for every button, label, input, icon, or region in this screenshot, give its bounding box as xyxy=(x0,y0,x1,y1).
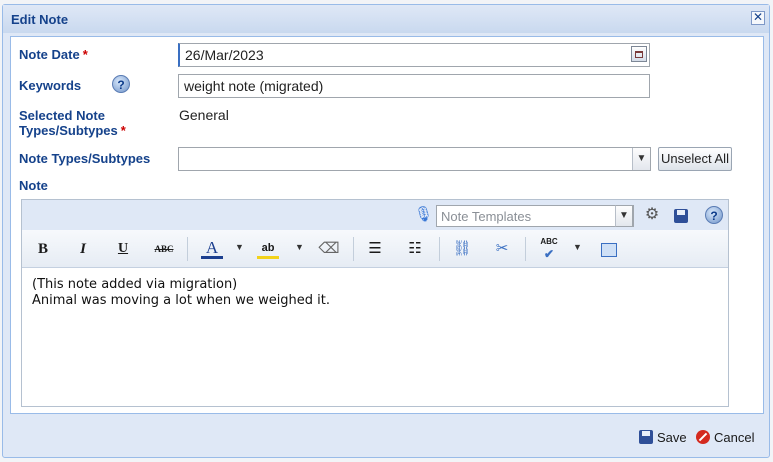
cancel-icon xyxy=(696,430,710,444)
dialog-title: Edit Note xyxy=(11,12,69,27)
note-date-value: 26/Mar/2023 xyxy=(185,47,264,63)
close-icon[interactable]: ✕ xyxy=(751,11,765,25)
save-icon xyxy=(639,430,653,444)
note-editor: 🎙 ▼ ⚙ ? B I U ABC A ▼ ab ▼ ⌫ xyxy=(21,199,729,407)
keywords-value: weight note (migrated) xyxy=(184,78,324,94)
keywords-label: Keywords xyxy=(19,78,82,93)
required-marker: * xyxy=(82,47,88,62)
bullet-list-icon[interactable]: ☰ xyxy=(364,238,386,260)
dialog-titlebar[interactable]: Edit Note ✕ xyxy=(3,5,769,33)
unselect-all-button[interactable]: Unselect All xyxy=(658,147,732,171)
note-label: Note xyxy=(19,178,48,193)
italic-icon[interactable]: I xyxy=(72,238,94,260)
highlight-dropdown-icon[interactable]: ▼ xyxy=(295,242,304,252)
calendar-icon[interactable] xyxy=(631,46,647,62)
unlink-icon[interactable]: ✂ xyxy=(490,238,514,260)
bold-icon[interactable]: B xyxy=(32,238,54,260)
note-templates-input[interactable] xyxy=(437,206,615,226)
spellcheck-icon[interactable]: ABC ✔ xyxy=(537,236,561,260)
microphone-icon[interactable]: 🎙 xyxy=(414,204,433,226)
highlight-icon[interactable]: ab xyxy=(257,237,279,259)
save-icon[interactable] xyxy=(672,205,690,227)
help-icon[interactable]: ? xyxy=(705,206,723,224)
keywords-field[interactable]: weight note (migrated) xyxy=(178,74,650,98)
note-content-area[interactable]: (This note added via migration) Animal w… xyxy=(22,267,728,406)
cancel-button[interactable]: Cancel xyxy=(696,429,754,449)
spellcheck-dropdown-icon[interactable]: ▼ xyxy=(573,242,582,252)
font-color-icon[interactable]: A xyxy=(201,237,223,259)
note-content-line: (This note added via migration) xyxy=(32,277,238,292)
underline-icon[interactable]: U xyxy=(112,238,134,260)
selected-types-label: Selected Note Types/Subtypes * xyxy=(19,108,126,138)
note-date-field[interactable]: 26/Mar/2023 xyxy=(178,43,650,67)
strikethrough-icon[interactable]: ABC xyxy=(151,238,177,260)
link-icon[interactable]: ⛓ xyxy=(450,238,474,260)
gear-icon[interactable]: ⚙ xyxy=(642,204,662,226)
dialog-body: Note Date * 26/Mar/2023 Keywords ? weight… xyxy=(10,36,764,414)
selected-types-value: General xyxy=(179,107,229,123)
note-templates-combo[interactable] xyxy=(436,205,634,227)
note-date-label: Note Date * xyxy=(19,47,88,62)
dialog-footer: Save Cancel xyxy=(3,415,769,459)
editor-format-toolbar: B I U ABC A ▼ ab ▼ ⌫ ☰ ☷ ⛓ ✂ ABC ✔ ▼ xyxy=(22,230,728,268)
font-color-dropdown-icon[interactable]: ▼ xyxy=(235,242,244,252)
eraser-icon[interactable]: ⌫ xyxy=(318,238,340,260)
note-content-line: Animal was moving a lot when we weighed … xyxy=(32,293,331,308)
note-types-combo[interactable] xyxy=(178,147,651,171)
save-button[interactable]: Save xyxy=(639,429,687,449)
chevron-down-icon[interactable]: ▼ xyxy=(632,148,650,170)
source-icon[interactable] xyxy=(598,238,620,260)
templates-chevron-down-icon[interactable]: ▼ xyxy=(615,205,633,227)
edit-note-dialog: Edit Note ✕ Note Date * 26/Mar/2023 Keywo… xyxy=(2,4,770,458)
note-types-label: Note Types/Subtypes xyxy=(19,151,151,166)
keywords-help-icon[interactable]: ? xyxy=(112,75,130,93)
editor-top-toolbar: 🎙 ▼ ⚙ ? xyxy=(22,200,728,231)
required-marker: * xyxy=(120,123,126,138)
numbered-list-icon[interactable]: ☷ xyxy=(404,238,426,260)
